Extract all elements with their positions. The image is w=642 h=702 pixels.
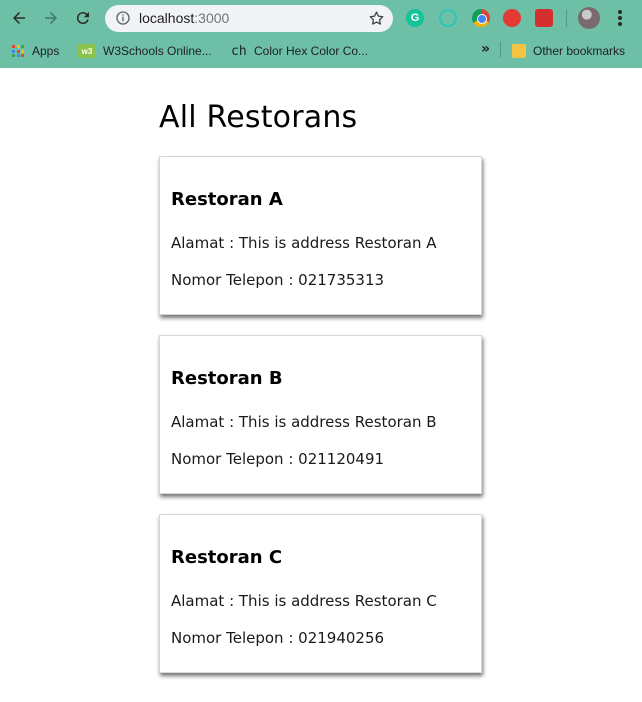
restaurant-card: Restoran A Alamat : This is address Rest… bbox=[159, 156, 482, 315]
bookmarks-overflow-icon[interactable]: » bbox=[481, 41, 490, 57]
restaurant-name: Restoran B bbox=[171, 368, 283, 389]
bookmark-label: Other bookmarks bbox=[533, 44, 626, 58]
bookmark-other[interactable]: Other bookmarks bbox=[512, 42, 625, 60]
restaurant-phone: Nomor Telepon : 021120491 bbox=[171, 450, 385, 468]
bookmark-label: Color Hex Color Co... bbox=[254, 44, 369, 58]
star-icon[interactable] bbox=[368, 10, 385, 27]
info-icon[interactable] bbox=[115, 10, 131, 26]
chrome-extension-icon[interactable] bbox=[472, 9, 490, 27]
colorhex-icon: ch bbox=[231, 43, 247, 59]
apps-grid-icon bbox=[11, 44, 25, 58]
forward-arrow-icon[interactable] bbox=[40, 7, 62, 29]
restaurant-address: Alamat : This is address Restoran A bbox=[171, 234, 437, 252]
bookmark-w3schools[interactable]: w3 W3Schools Online... bbox=[78, 42, 212, 60]
back-arrow-icon[interactable] bbox=[8, 7, 30, 29]
page-title: All Restorans bbox=[159, 100, 358, 135]
toolbar: localhost:3000 G bbox=[0, 0, 642, 36]
bookmarks-divider bbox=[500, 42, 501, 58]
url-host: localhost bbox=[139, 10, 195, 26]
address-bar[interactable]: localhost:3000 bbox=[105, 5, 393, 32]
folder-icon bbox=[512, 44, 526, 58]
grammarly-letter: G bbox=[410, 12, 420, 24]
restaurant-card: Restoran C Alamat : This is address Rest… bbox=[159, 514, 482, 673]
restaurant-address: Alamat : This is address Restoran B bbox=[171, 413, 437, 431]
bookmark-label: Apps bbox=[32, 44, 60, 58]
bookmark-apps[interactable]: Apps bbox=[11, 42, 59, 60]
grammarly-extension-icon[interactable]: G bbox=[406, 9, 424, 27]
red-extension-icon[interactable] bbox=[503, 9, 521, 27]
kebab-menu-icon[interactable] bbox=[612, 9, 628, 27]
w3schools-icon: w3 bbox=[78, 44, 96, 58]
gift-extension-icon[interactable] bbox=[535, 9, 553, 27]
restaurant-phone: Nomor Telepon : 021735313 bbox=[171, 271, 385, 289]
ring-extension-icon[interactable] bbox=[439, 9, 457, 27]
restaurant-phone: Nomor Telepon : 021940256 bbox=[171, 629, 385, 647]
reload-icon[interactable] bbox=[72, 7, 94, 29]
url-text: localhost:3000 bbox=[139, 10, 229, 26]
browser-chrome: localhost:3000 G Apps w3 W3Schools Onlin… bbox=[0, 0, 642, 68]
profile-avatar[interactable] bbox=[578, 7, 600, 29]
restaurant-address: Alamat : This is address Restoran C bbox=[171, 592, 437, 610]
restaurant-name: Restoran A bbox=[171, 189, 283, 210]
toolbar-divider bbox=[566, 10, 567, 27]
restaurant-name: Restoran C bbox=[171, 547, 283, 568]
bookmark-label: W3Schools Online... bbox=[103, 44, 212, 58]
url-port: :3000 bbox=[194, 10, 230, 26]
restaurant-card: Restoran B Alamat : This is address Rest… bbox=[159, 335, 482, 494]
bookmark-colorhex[interactable]: ch Color Hex Color Co... bbox=[231, 42, 368, 60]
